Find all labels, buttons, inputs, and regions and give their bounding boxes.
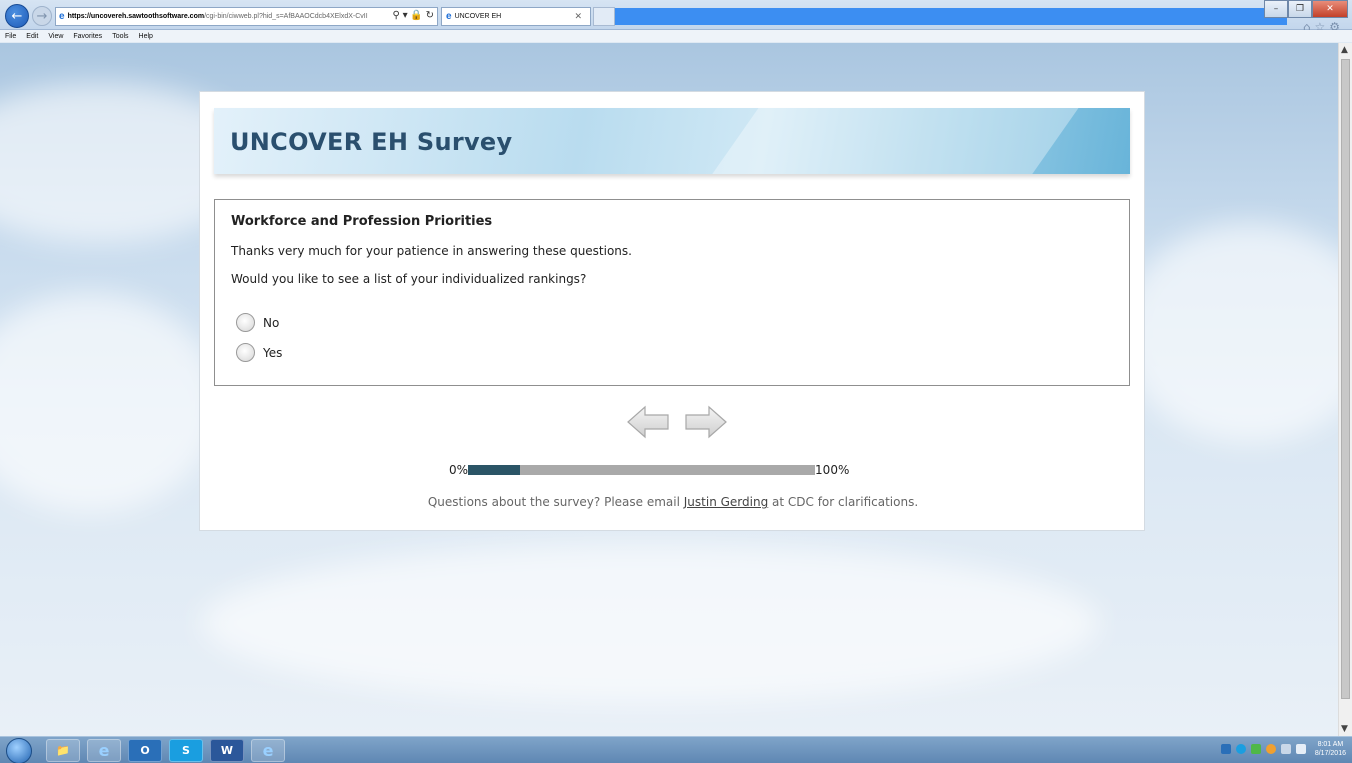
explorer-taskbar-icon[interactable]: 📁: [46, 739, 80, 762]
menu-tools[interactable]: Tools: [112, 33, 128, 40]
progress-start-label: 0%: [449, 463, 469, 477]
network-tray-icon[interactable]: [1280, 744, 1291, 754]
windows-taskbar: 📁 e O S W e 8:01 AM 8/17/2016: [0, 736, 1352, 763]
minimize-button[interactable]: –: [1264, 0, 1288, 18]
scroll-down-icon[interactable]: ▼: [1341, 724, 1348, 734]
start-button-icon[interactable]: [6, 738, 32, 763]
section-heading: Workforce and Profession Priorities: [231, 214, 493, 229]
skype-taskbar-icon[interactable]: S: [169, 739, 203, 762]
survey-card: UNCOVER EH Survey Workforce and Professi…: [199, 91, 1145, 531]
address-bar[interactable]: e https://uncovereh.sawtoothsoftware.com…: [55, 7, 438, 26]
option-yes-label: Yes: [263, 345, 283, 360]
menu-bar: File Edit View Favorites Tools Help: [0, 30, 1352, 42]
radio-yes[interactable]: [236, 343, 255, 362]
progress-end-label: 100%: [815, 463, 850, 477]
ie-taskbar-icon[interactable]: e: [87, 739, 121, 762]
word-glyph: W: [220, 744, 234, 757]
tab-ie-icon: e: [446, 11, 452, 22]
contact-note: Questions about the survey? Please email…: [200, 495, 1146, 509]
vertical-scrollbar[interactable]: ▲ ▼: [1338, 43, 1352, 736]
page-viewport: UNCOVER EH Survey Workforce and Professi…: [0, 43, 1338, 736]
new-tab-button[interactable]: [593, 7, 615, 26]
menu-favorites[interactable]: Favorites: [73, 33, 102, 40]
word-taskbar-icon[interactable]: W: [210, 739, 244, 762]
option-yes[interactable]: Yes: [236, 343, 282, 362]
next-arrow-icon[interactable]: [684, 405, 728, 439]
volume-tray-icon[interactable]: [1295, 744, 1306, 754]
radio-no[interactable]: [236, 313, 255, 332]
tab-title: UNCOVER EH: [454, 13, 502, 20]
progress-bar-fill: [468, 465, 521, 475]
security-tray-icon[interactable]: [1250, 744, 1261, 754]
ie-glyph: e: [262, 741, 274, 760]
cloud-decoration: [0, 293, 220, 513]
tabstrip-area: [597, 8, 1287, 25]
update-tray-icon[interactable]: [1265, 744, 1276, 754]
clock-time: 8:01 AM: [1317, 741, 1344, 748]
close-window-button[interactable]: ✕: [1312, 0, 1348, 18]
clock-date: 8/17/2016: [1314, 750, 1346, 757]
scroll-thumb[interactable]: [1341, 59, 1350, 699]
system-tray: 8:01 AM 8/17/2016: [1220, 740, 1346, 758]
survey-header-banner: UNCOVER EH Survey: [214, 108, 1130, 174]
progress-indicator: 0% 100%: [449, 463, 849, 477]
previous-arrow-icon[interactable]: [626, 405, 670, 439]
ie-page-icon: e: [59, 11, 65, 22]
tab-close-icon[interactable]: ✕: [574, 11, 582, 22]
cloud-decoration: [1120, 223, 1338, 443]
navigation-arrows: [626, 405, 728, 439]
skype-glyph: S: [182, 744, 190, 757]
maximize-button[interactable]: ❐: [1288, 0, 1312, 18]
question-box: Workforce and Profession Priorities Than…: [214, 199, 1130, 386]
ie-second-taskbar-icon[interactable]: e: [251, 739, 285, 762]
menu-view[interactable]: View: [48, 33, 63, 40]
outlook-taskbar-icon[interactable]: O: [128, 739, 162, 762]
scroll-up-icon[interactable]: ▲: [1341, 45, 1348, 55]
option-no-label: No: [263, 315, 280, 330]
menu-help[interactable]: Help: [139, 33, 153, 40]
forward-button[interactable]: →: [32, 6, 52, 26]
address-tools-icon[interactable]: ⚲ ▾ 🔒 ↻: [389, 10, 434, 21]
thanks-text: Thanks very much for your patience in an…: [231, 244, 632, 258]
contact-note-suffix: at CDC for clarifications.: [768, 495, 919, 509]
menu-edit[interactable]: Edit: [26, 33, 38, 40]
cloud-decoration: [200, 543, 1100, 703]
outlook-glyph: O: [140, 744, 150, 757]
progress-bar: [468, 465, 816, 475]
address-path: /cgi-bin/ciwweb.pl?hid_s=AfBAAOCdcb4XElx…: [204, 13, 368, 20]
taskbar-clock[interactable]: 8:01 AM 8/17/2016: [1315, 740, 1346, 758]
browser-tab[interactable]: e UNCOVER EH ✕: [441, 7, 591, 26]
menu-file[interactable]: File: [5, 33, 16, 40]
survey-title: UNCOVER EH Survey: [230, 128, 513, 156]
outlook-tray-icon[interactable]: [1220, 744, 1231, 754]
contact-note-prefix: Questions about the survey? Please email: [427, 495, 684, 509]
contact-link[interactable]: Justin Gerding: [684, 495, 768, 509]
option-no[interactable]: No: [236, 313, 279, 332]
window-controls: – ❐ ✕: [1264, 0, 1348, 18]
address-host: https://uncovereh.sawtoothsoftware.com: [67, 13, 205, 20]
question-text: Would you like to see a list of your ind…: [231, 272, 587, 286]
skype-tray-icon[interactable]: [1235, 744, 1246, 754]
back-button[interactable]: ←: [5, 4, 29, 28]
browser-titlebar: ← → e https://uncovereh.sawtoothsoftware…: [0, 0, 1352, 34]
banner-shine: [702, 108, 1086, 174]
